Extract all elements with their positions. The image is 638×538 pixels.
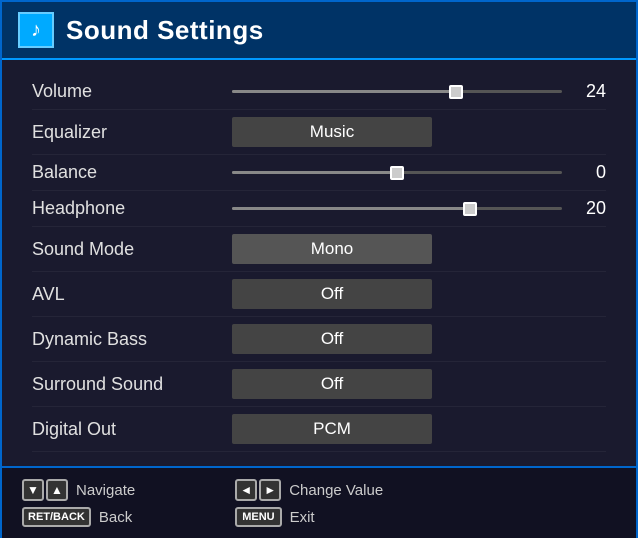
slider-fill-volume xyxy=(232,90,456,93)
setting-row-equalizer[interactable]: EqualizerMusic xyxy=(32,110,606,155)
slider-balance[interactable]: 0 xyxy=(232,162,606,183)
setting-row-avl[interactable]: AVLOff xyxy=(32,272,606,317)
change-value-label: Change Value xyxy=(289,482,383,499)
setting-row-dynamic-bass[interactable]: Dynamic BassOff xyxy=(32,317,606,362)
selector-avl[interactable]: Off xyxy=(232,279,432,309)
exit-label: Exit xyxy=(290,509,315,526)
page-title: Sound Settings xyxy=(66,15,264,46)
footer: ▼ ▲ Navigate RET/BACK Back ◄ ► Change Va… xyxy=(2,466,636,538)
control-dynamic-bass[interactable]: Off xyxy=(232,324,606,354)
setting-row-surround-sound[interactable]: Surround SoundOff xyxy=(32,362,606,407)
settings-content: Volume24EqualizerMusicBalance0Headphone2… xyxy=(2,60,636,466)
nav-arrows: ▼ ▲ xyxy=(22,479,68,501)
slider-thumb-headphone[interactable] xyxy=(463,202,477,216)
control-equalizer[interactable]: Music xyxy=(232,117,606,147)
slider-value-headphone: 20 xyxy=(576,198,606,219)
right-arrow-icon[interactable]: ► xyxy=(259,479,281,501)
header: ♪ Sound Settings xyxy=(2,2,636,60)
control-digital-out[interactable]: PCM xyxy=(232,414,606,444)
footer-left: ▼ ▲ Navigate RET/BACK Back xyxy=(22,479,135,527)
back-label: Back xyxy=(99,509,132,526)
ret-back-badge[interactable]: RET/BACK xyxy=(22,507,91,527)
control-volume[interactable]: 24 xyxy=(232,81,606,102)
footer-right: ◄ ► Change Value MENU Exit xyxy=(235,479,383,527)
label-avl: AVL xyxy=(32,284,232,305)
slider-track-headphone xyxy=(232,207,562,210)
slider-fill-headphone xyxy=(232,207,470,210)
label-headphone: Headphone xyxy=(32,198,232,219)
control-headphone[interactable]: 20 xyxy=(232,198,606,219)
slider-value-balance: 0 xyxy=(576,162,606,183)
control-balance[interactable]: 0 xyxy=(232,162,606,183)
setting-row-volume[interactable]: Volume 24 xyxy=(32,74,606,110)
setting-row-digital-out[interactable]: Digital OutPCM xyxy=(32,407,606,452)
control-avl[interactable]: Off xyxy=(232,279,606,309)
label-dynamic-bass: Dynamic Bass xyxy=(32,329,232,350)
exit-group: MENU Exit xyxy=(235,507,383,527)
left-arrow-icon[interactable]: ◄ xyxy=(235,479,257,501)
selector-digital-out[interactable]: PCM xyxy=(232,414,432,444)
menu-badge[interactable]: MENU xyxy=(235,507,281,527)
slider-thumb-balance[interactable] xyxy=(390,166,404,180)
selector-dynamic-bass[interactable]: Off xyxy=(232,324,432,354)
selector-equalizer[interactable]: Music xyxy=(232,117,432,147)
control-sound-mode[interactable]: Mono xyxy=(232,234,606,264)
slider-track-volume xyxy=(232,90,562,93)
slider-volume[interactable]: 24 xyxy=(232,81,606,102)
sound-icon: ♪ xyxy=(18,12,54,48)
back-group: RET/BACK Back xyxy=(22,507,135,527)
setting-row-balance[interactable]: Balance 0 xyxy=(32,155,606,191)
change-value-group: ◄ ► Change Value xyxy=(235,479,383,501)
label-sound-mode: Sound Mode xyxy=(32,239,232,260)
setting-row-headphone[interactable]: Headphone 20 xyxy=(32,191,606,227)
up-arrow-icon[interactable]: ▲ xyxy=(46,479,68,501)
slider-value-volume: 24 xyxy=(576,81,606,102)
slider-track-balance xyxy=(232,171,562,174)
selector-sound-mode[interactable]: Mono xyxy=(232,234,432,264)
navigate-group: ▼ ▲ Navigate xyxy=(22,479,135,501)
down-arrow-icon[interactable]: ▼ xyxy=(22,479,44,501)
selector-surround-sound[interactable]: Off xyxy=(232,369,432,399)
screen: ♪ Sound Settings Volume24EqualizerMusicB… xyxy=(0,0,638,538)
slider-headphone[interactable]: 20 xyxy=(232,198,606,219)
slider-thumb-volume[interactable] xyxy=(449,85,463,99)
label-equalizer: Equalizer xyxy=(32,122,232,143)
navigate-label: Navigate xyxy=(76,482,135,499)
slider-fill-balance xyxy=(232,171,397,174)
change-arrows: ◄ ► xyxy=(235,479,281,501)
control-surround-sound[interactable]: Off xyxy=(232,369,606,399)
label-volume: Volume xyxy=(32,81,232,102)
label-balance: Balance xyxy=(32,162,232,183)
label-digital-out: Digital Out xyxy=(32,419,232,440)
setting-row-sound-mode[interactable]: Sound ModeMono xyxy=(32,227,606,272)
label-surround-sound: Surround Sound xyxy=(32,374,232,395)
